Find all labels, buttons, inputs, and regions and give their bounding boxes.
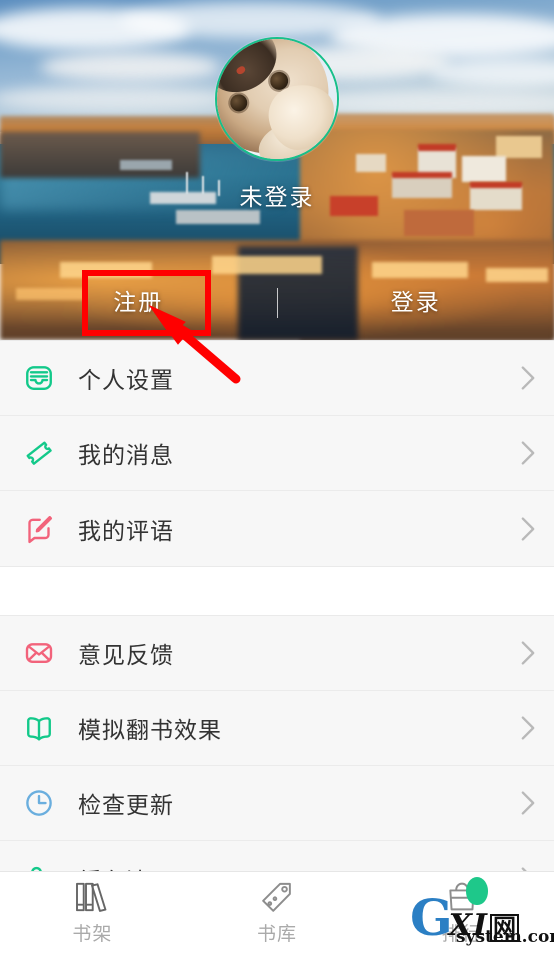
chevron-right-icon bbox=[514, 790, 536, 816]
tab-bookshelf[interactable]: 书架 bbox=[0, 880, 185, 946]
auth-button-row: 注册 登录 bbox=[0, 271, 554, 335]
profile-header: 未登录 注册 登录 bbox=[0, 0, 554, 340]
menu-item-label: 模拟翻书效果 bbox=[78, 718, 222, 744]
books-shelf-icon bbox=[74, 880, 110, 914]
username-label: 未登录 bbox=[239, 185, 315, 211]
app-screen: 未登录 注册 登录 个人设置 我的消息 我的评语 意见反馈 模拟翻书效果 检查更… bbox=[0, 0, 554, 953]
tab-library[interactable]: 书库 bbox=[185, 880, 370, 946]
clock-icon bbox=[24, 788, 66, 818]
register-button[interactable]: 注册 bbox=[0, 271, 277, 335]
chevron-right-icon bbox=[514, 365, 536, 391]
settings-list: 个人设置 我的消息 我的评语 意见反馈 模拟翻书效果 检查更新 bbox=[0, 340, 554, 917]
menu-item-label: 检查更新 bbox=[78, 793, 174, 819]
inbox-icon bbox=[24, 363, 66, 393]
cat-eye bbox=[228, 92, 250, 114]
menu-item-personal-settings[interactable]: 个人设置 bbox=[0, 341, 554, 416]
building bbox=[404, 210, 474, 236]
boat bbox=[176, 210, 260, 224]
chevron-right-icon bbox=[514, 440, 536, 466]
cloud bbox=[40, 52, 220, 82]
roof bbox=[418, 144, 456, 151]
menu-item-feedback[interactable]: 意见反馈 bbox=[0, 616, 554, 691]
comment-edit-icon bbox=[24, 514, 66, 544]
menu-item-check-update[interactable]: 检查更新 bbox=[0, 766, 554, 841]
chevron-right-icon bbox=[514, 640, 536, 666]
bottom-tab-bar: 书架 书库 排行 bbox=[0, 871, 554, 953]
login-button[interactable]: 登录 bbox=[278, 271, 554, 335]
group-separator bbox=[0, 567, 554, 615]
boat bbox=[120, 160, 172, 170]
menu-item-my-messages[interactable]: 我的消息 bbox=[0, 416, 554, 491]
left-dock bbox=[0, 132, 200, 178]
menu-item-label: 个人设置 bbox=[78, 368, 174, 394]
menu-item-page-flip-effect[interactable]: 模拟翻书效果 bbox=[0, 691, 554, 766]
menu-item-label: 我的评语 bbox=[78, 518, 174, 545]
building bbox=[356, 154, 386, 172]
tab-label: 书库 bbox=[257, 922, 298, 945]
open-book-icon bbox=[24, 713, 66, 743]
ticket-icon bbox=[24, 438, 66, 468]
tab-ranking[interactable]: 排行 bbox=[369, 880, 554, 946]
menu-group-account: 个人设置 我的消息 我的评语 bbox=[0, 340, 554, 567]
cloud bbox=[0, 86, 230, 112]
tag-icon bbox=[259, 880, 295, 914]
building bbox=[496, 136, 542, 158]
bag-icon bbox=[444, 880, 480, 914]
chevron-right-icon bbox=[514, 715, 536, 741]
avatar-cat-photo bbox=[217, 39, 337, 159]
menu-item-my-comments[interactable]: 我的评语 bbox=[0, 491, 554, 566]
avatar[interactable] bbox=[215, 37, 339, 161]
tab-label: 书架 bbox=[72, 922, 113, 945]
menu-item-label: 我的消息 bbox=[78, 443, 174, 469]
tab-label: 排行 bbox=[441, 922, 482, 945]
menu-item-label: 意见反馈 bbox=[78, 643, 174, 669]
envelope-icon bbox=[24, 638, 66, 668]
chevron-right-icon bbox=[514, 516, 536, 542]
